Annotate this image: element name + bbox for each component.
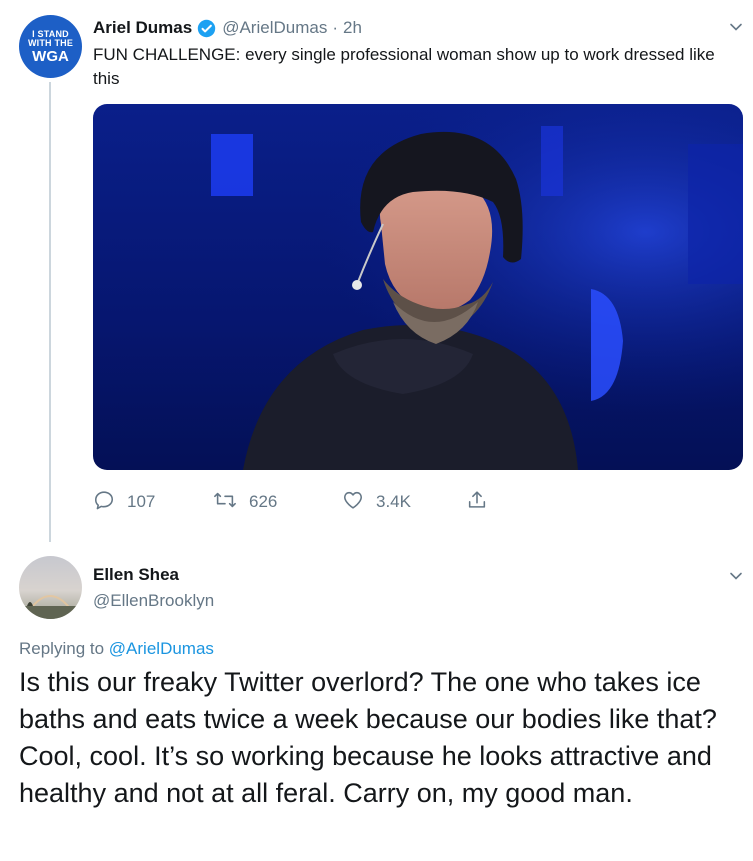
tweet1-display-name[interactable]: Ariel Dumas (93, 18, 192, 38)
tweet1-header: Ariel Dumas @ArielDumas · 2h (93, 16, 362, 40)
like-icon (342, 489, 376, 516)
tweet2-handle[interactable]: @EllenBrooklyn (93, 591, 214, 611)
replying-to-prefix: Replying to (19, 639, 105, 658)
reply-count: 107 (127, 492, 156, 511)
thread-connector-line (49, 82, 51, 542)
share-button[interactable] (466, 488, 500, 516)
share-icon (466, 489, 500, 516)
verified-badge-icon (197, 19, 216, 38)
reply-icon (93, 489, 127, 516)
retweet-button[interactable]: 626 (213, 488, 277, 516)
tweet1-media-image[interactable] (93, 104, 743, 470)
avatar-ellen-shea[interactable] (19, 556, 82, 619)
retweet-count: 626 (249, 492, 278, 511)
tweet1-handle[interactable]: @ArielDumas (222, 18, 327, 38)
chevron-down-icon[interactable] (729, 569, 743, 588)
avatar-text-line2: WITH THE (27, 37, 74, 48)
replying-to-link[interactable]: @ArielDumas (109, 639, 214, 658)
tweet1-action-bar: 107 626 3.4K (93, 488, 743, 516)
chevron-down-icon[interactable] (729, 20, 743, 39)
avatar-text-line3: WGA (32, 47, 69, 65)
tweet2-display-name[interactable]: Ellen Shea (93, 565, 179, 585)
replying-to-line: Replying to @ArielDumas (19, 639, 214, 659)
tweet1-text: FUN CHALLENGE: every single professional… (93, 45, 715, 88)
avatar-ariel-dumas[interactable]: I STAND WITH THE WGA (19, 15, 82, 78)
tweet2-text: Is this our freaky Twitter overlord? The… (19, 667, 717, 808)
like-button[interactable]: 3.4K (342, 488, 411, 516)
tweet1-timestamp[interactable]: 2h (343, 18, 362, 38)
tweet1-separator: · (332, 18, 338, 37)
retweet-icon (213, 489, 249, 516)
reply-button[interactable]: 107 (93, 488, 155, 516)
like-count: 3.4K (376, 492, 411, 511)
